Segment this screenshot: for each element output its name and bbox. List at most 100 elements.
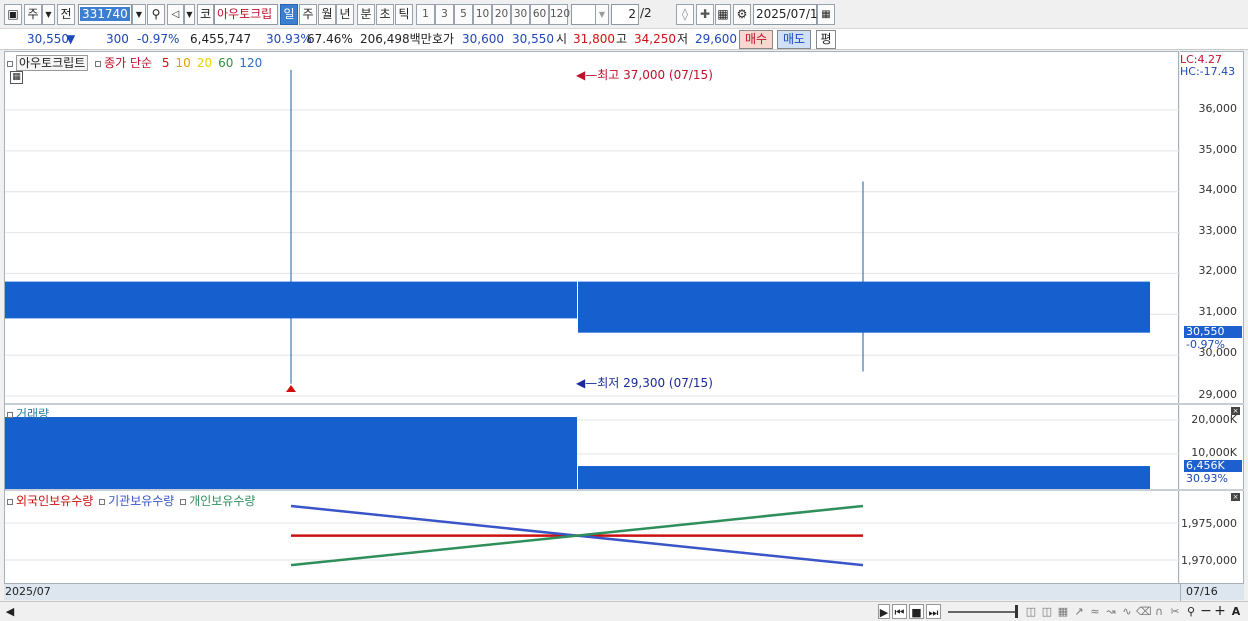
save-icon[interactable]: ▦ [715,4,731,25]
scroll-left-icon[interactable]: ◀ [4,604,16,619]
font-size-icon[interactable]: A [1229,604,1243,619]
tick-unit-button-4[interactable]: 20 [492,4,511,25]
speaker-dropdown-icon[interactable]: ▼ [184,4,195,25]
tick-unit-button-3[interactable]: 10 [473,4,492,25]
eval-button[interactable]: 평 [816,30,836,49]
interval-button-5[interactable]: 초 [376,4,394,25]
legend-foreign: 외국인보유수량 [16,494,94,508]
ask-price: 30,600 [462,32,504,46]
interval-button-6[interactable]: 틱 [395,4,413,25]
stock-code-value: 331740 [80,7,130,21]
candle-body [5,281,577,319]
price-change: 300 [106,32,129,46]
fib-icon[interactable]: ↝ [1104,604,1118,619]
price-tick: 32,000 [1198,264,1238,277]
legend-individual: 개인보유수량 [189,494,256,508]
trendline-icon[interactable]: ↗ [1072,604,1086,619]
axis-divider [1180,403,1244,405]
zoom-icon[interactable]: ⚲ [1184,604,1198,619]
chart-area[interactable]: 아우토크립트 종가 단순 5 10 20 60 120 ▦ ◀—최고 37,000 (0… [4,51,1180,584]
drawing-tool-icon[interactable]: ✚ [696,4,714,25]
grid-icon[interactable]: ▦ [1056,604,1070,619]
tick-unit-button-7[interactable]: 120 [549,4,570,25]
rewind-icon[interactable]: ⏮ [892,604,907,619]
pane-divider [5,489,1180,491]
buy-button[interactable]: 매수 [739,30,773,49]
tick-unit-button-6[interactable]: 60 [530,4,549,25]
interval-button-0[interactable]: 일 [280,4,298,25]
legend-ma-period: 60 [218,56,234,70]
layout-icon[interactable]: ◫ [1040,604,1054,619]
low-marker-arrow [286,385,296,392]
pane-close-icon[interactable]: × [1231,493,1240,501]
high-price: 34,250 [634,32,676,46]
trade-amount: 206,498백만 [360,32,432,46]
search-icon[interactable]: ⚲ [147,4,165,25]
zoom-slider-handle[interactable] [1015,605,1018,618]
zoom-out-icon[interactable]: − [1200,604,1212,619]
date-input[interactable]: 2025/07/16 [753,4,825,25]
axis-divider [1180,489,1244,491]
price-legend: 아우토크립트 종가 단순 5 10 20 60 120 [7,54,262,71]
left-arrow-icon: ◀— [576,68,598,82]
left-arrow-icon: ◀— [576,376,598,390]
down-arrow-icon: ▼ [66,32,76,46]
tick-unit-button-0[interactable]: 1 [416,4,435,25]
kind-button[interactable]: 코 [197,4,214,25]
stock-code-input[interactable]: 331740 [78,4,132,25]
code-dropdown-icon[interactable]: ▼ [132,4,146,25]
last-price-tag: 30,550 [1184,326,1242,338]
page-input[interactable]: 2 [611,4,639,25]
pattern-icon[interactable]: ∿ [1120,604,1134,619]
copy-icon[interactable]: ◫ [1024,604,1038,619]
volume-bar [578,466,1150,489]
zoom-in-icon[interactable]: + [1214,604,1226,619]
tick-unit-button-1[interactable]: 3 [435,4,454,25]
scroll-right-icon[interactable]: ▶ [878,604,890,619]
open-price: 31,800 [573,32,615,46]
zoom-slider[interactable] [948,611,1016,613]
period-dropdown-icon[interactable]: ▼ [42,4,55,25]
date-divider [1180,584,1181,601]
calendar-icon[interactable]: ▦ [817,4,835,25]
jeon-button[interactable]: 전 [57,4,75,25]
unit-dropdown-icon[interactable]: ▼ [595,4,609,25]
compare-icon[interactable]: ◊ [676,4,694,25]
magnet-icon[interactable]: ∩ [1152,604,1166,619]
wave-icon[interactable]: ≈ [1088,604,1102,619]
page-total: /2 [640,6,652,20]
sell-button[interactable]: 매도 [777,30,811,49]
interval-button-2[interactable]: 월 [318,4,336,25]
gear-icon[interactable]: ⚙ [733,4,751,25]
tick-unit-button-5[interactable]: 30 [511,4,530,25]
legend-stock-name[interactable]: 아우토크립트 [16,55,89,71]
scroll-track[interactable] [18,605,873,618]
interval-button-4[interactable]: 분 [357,4,375,25]
interval-button-3[interactable]: 년 [336,4,354,25]
legend-ma-period: 120 [239,56,263,70]
period-tab[interactable]: 주 [24,4,42,25]
table-toggle-icon[interactable]: ▦ [10,71,23,84]
speaker-icon[interactable]: ◁ [167,4,184,25]
eraser-icon[interactable]: ⌫ [1136,604,1152,619]
legend-square-icon [99,498,106,505]
stop-icon[interactable]: ■ [909,604,924,619]
window-menu-icon[interactable]: ▣ [4,4,22,25]
low-price: 29,600 [695,32,737,46]
price-tick: 34,000 [1198,183,1238,196]
date-axis: 2025/07 07/16 [4,583,1244,601]
hoga-label: 호가 [432,32,455,46]
tick-unit-button-2[interactable]: 5 [454,4,473,25]
chart-scrollbar: ◀ ▶ ⏮ ■ ⏭ ◫ ◫ ▦ ↗ ≈ ↝ ∿ ⌫ ∩ ✂ ⚲ − + A [0,601,1248,621]
interval-button-1[interactable]: 주 [299,4,317,25]
fast-forward-icon[interactable]: ⏭ [926,604,941,619]
low-note: ◀—최저 29,300 (07/15) [576,374,713,391]
legend-ma-label: 종가 단순 [104,56,153,70]
hc-value: HC:-17.43 [1180,65,1236,78]
high-note-text: 최고 37,000 (07/15) [597,68,713,82]
legend-square-icon [7,498,13,505]
date-left: 2025/07 [5,585,51,598]
stock-name-field[interactable]: 아우토크립 [214,4,278,25]
scissors-icon[interactable]: ✂ [1168,604,1182,619]
bid-price: 30,550 [512,32,554,46]
